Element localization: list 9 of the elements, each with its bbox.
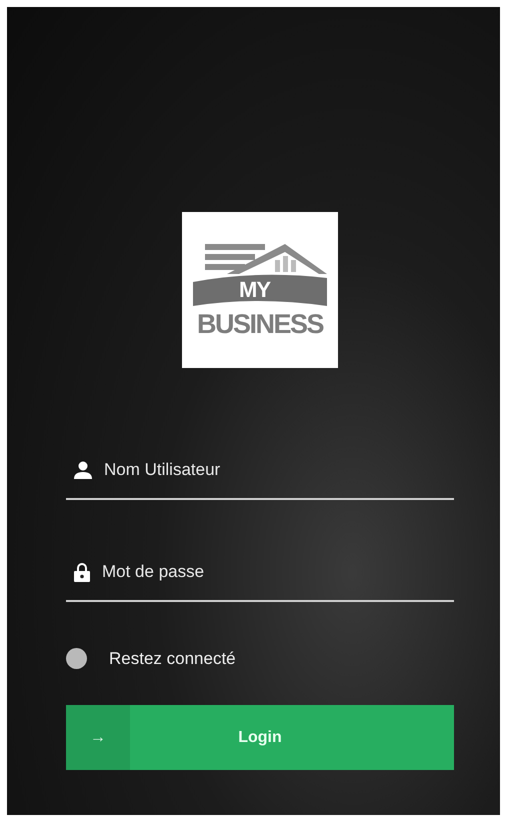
remember-checkbox[interactable] (66, 648, 87, 669)
login-button[interactable]: → Login (66, 705, 454, 770)
user-icon (74, 461, 92, 479)
username-field[interactable]: Nom Utilisateur (104, 460, 454, 480)
password-field[interactable]: Mot de passe (102, 562, 454, 582)
logo-text: BUSINESS (196, 310, 324, 338)
lock-icon (74, 562, 90, 582)
logo-text: MY (239, 278, 270, 302)
remember-label: Restez connecté (109, 648, 236, 668)
